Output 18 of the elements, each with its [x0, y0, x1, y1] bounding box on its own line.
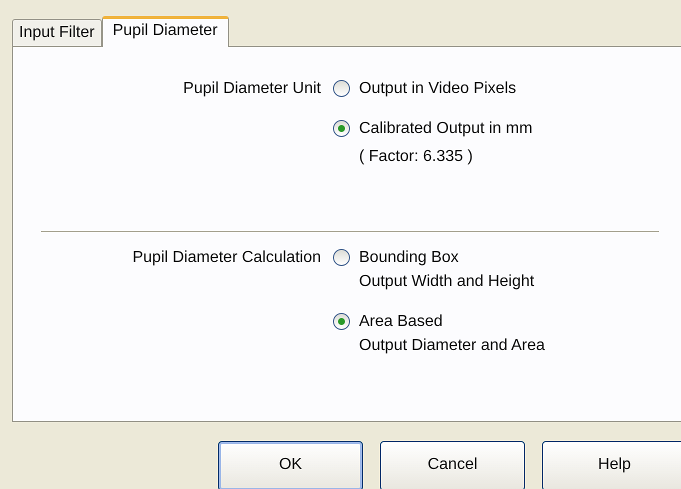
option-label: Output in Video Pixels: [359, 79, 516, 99]
radio-button[interactable]: [333, 313, 350, 330]
dialog-button[interactable]: Cancel: [380, 441, 525, 489]
factor-text: ( Factor: 6.335 ): [358, 147, 474, 167]
option-label: Output Diameter and Area: [359, 336, 545, 356]
option-label: Bounding Box: [359, 248, 460, 268]
radio-button[interactable]: [333, 80, 350, 97]
dialog-button[interactable]: Help: [542, 441, 681, 489]
group-label: Pupil Diameter Unit: [182, 79, 322, 99]
tab[interactable]: Input Filter: [12, 19, 102, 46]
tab[interactable]: Pupil Diameter: [102, 16, 229, 47]
group-label: Pupil Diameter Calculation: [131, 248, 322, 268]
option-label: Output Width and Height: [359, 272, 534, 292]
dialog-button[interactable]: OK: [218, 441, 363, 489]
radio-button[interactable]: [333, 120, 350, 137]
radio-button[interactable]: [333, 249, 350, 266]
option-label: Calibrated Output in mm: [359, 119, 532, 139]
option-label: Area Based: [359, 312, 444, 332]
